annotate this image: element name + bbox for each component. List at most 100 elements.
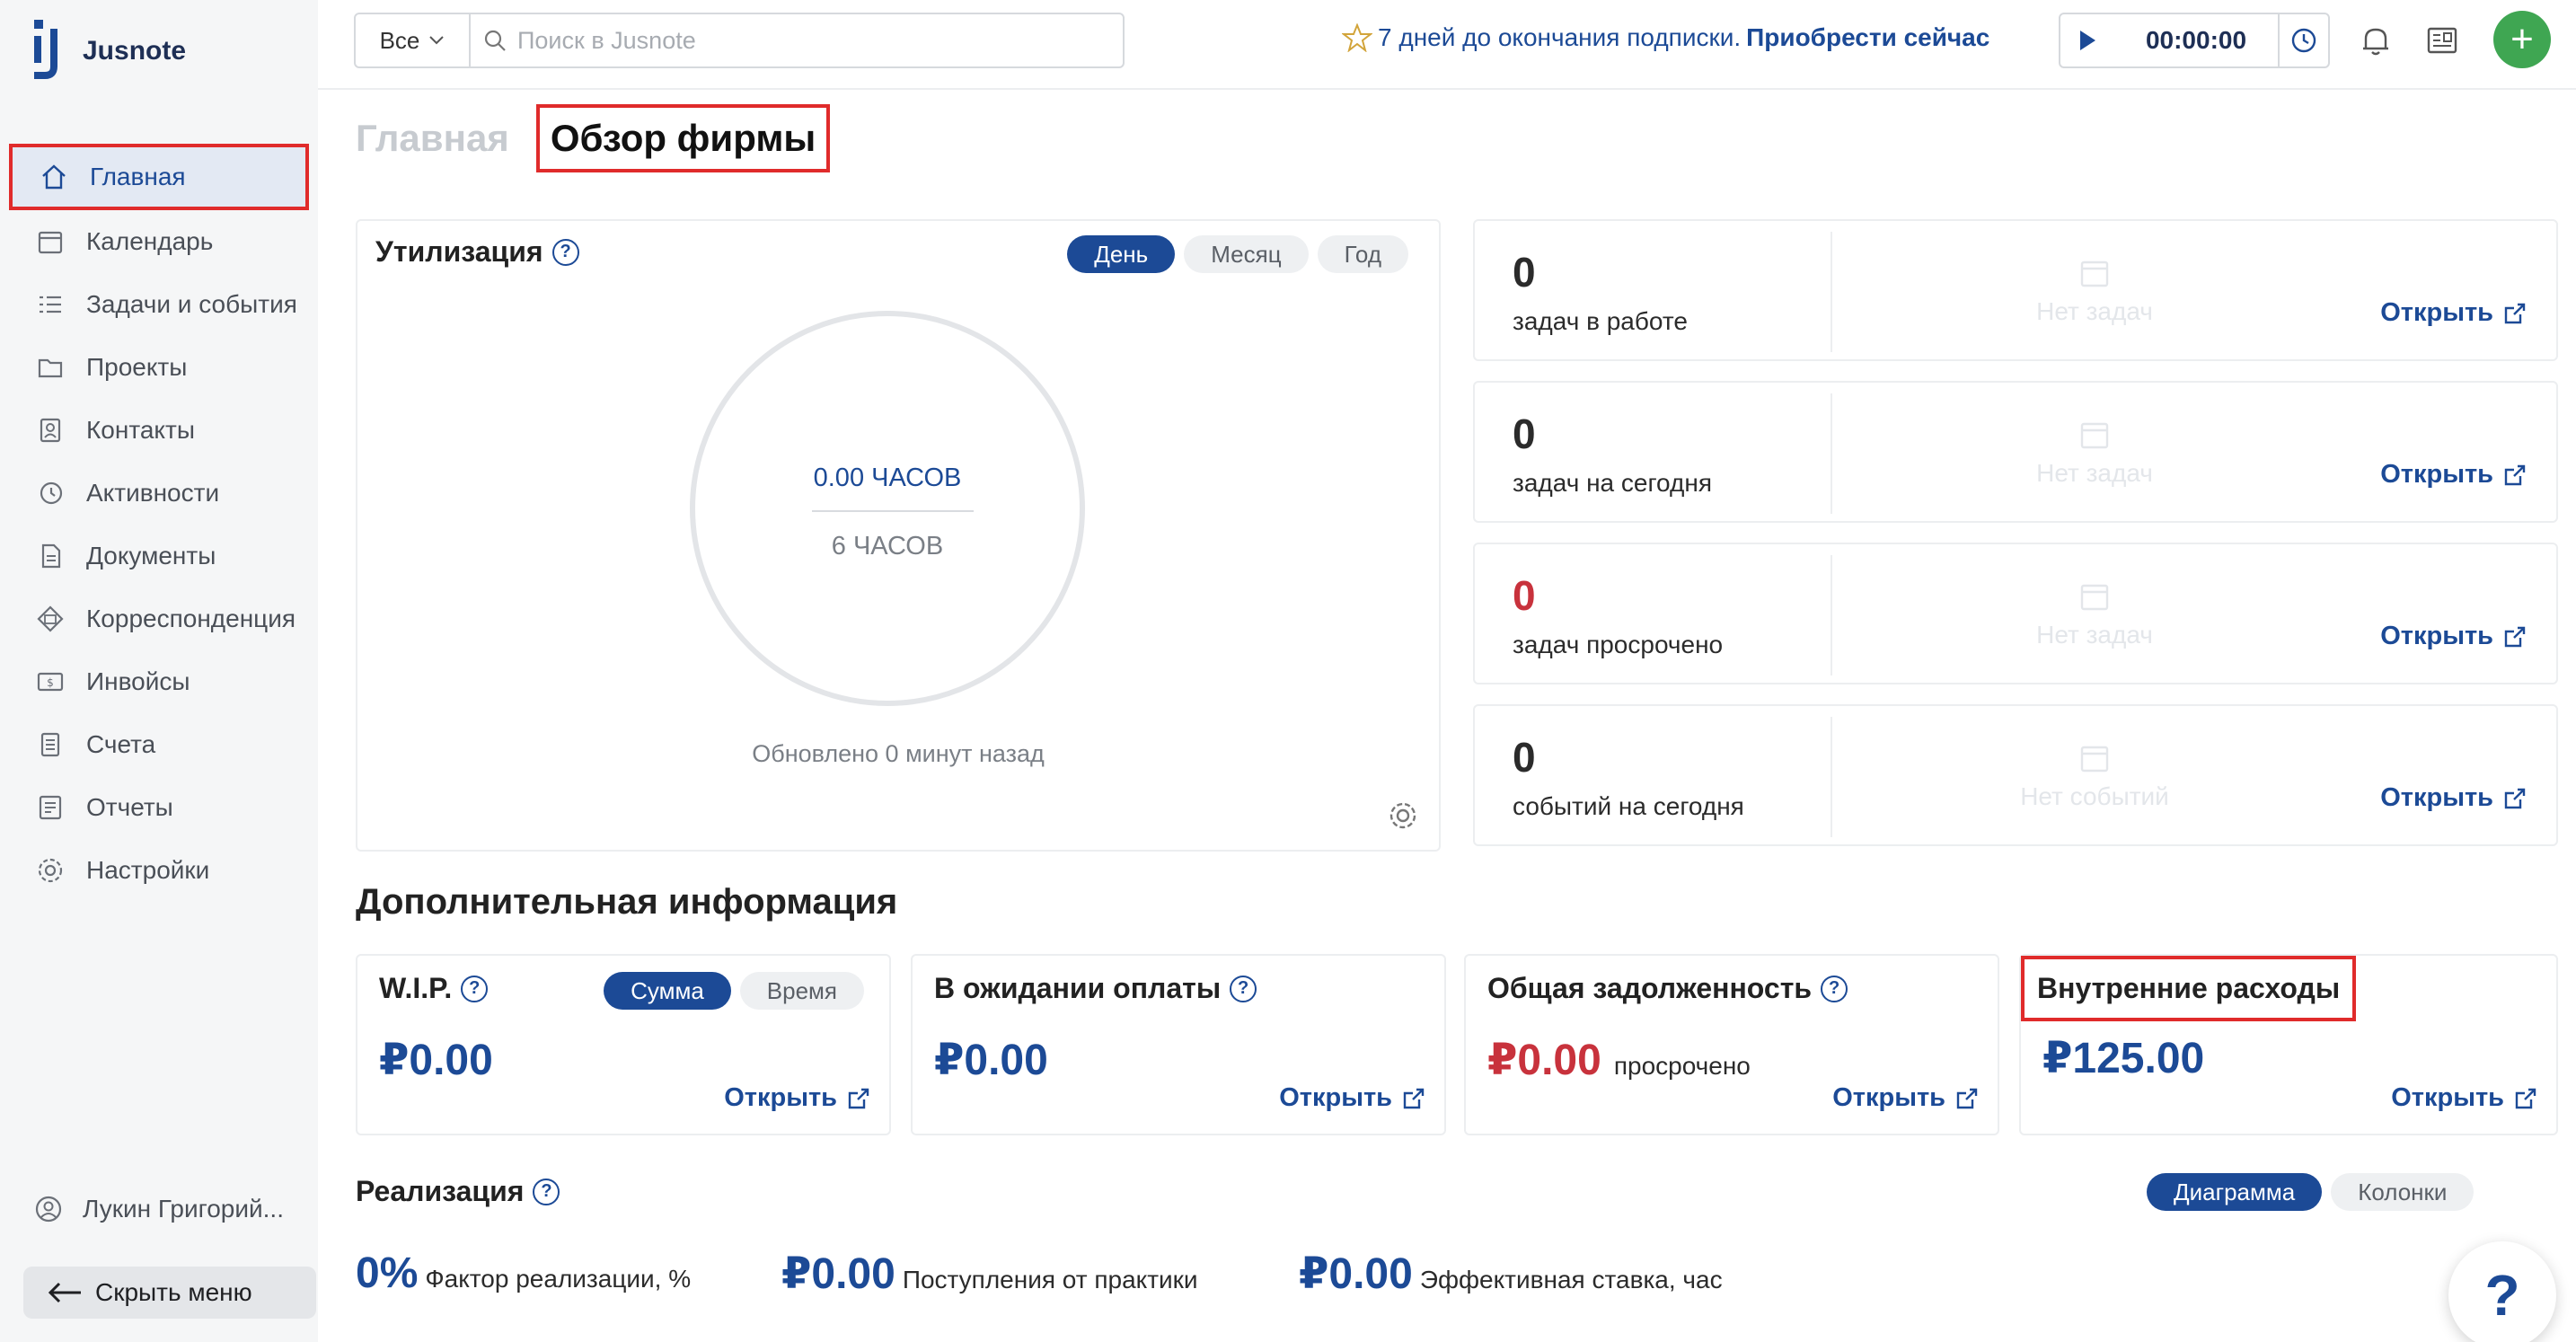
search-input[interactable]	[517, 26, 1092, 55]
realization-metric: ₽0.00 Эффективная ставка, час	[1299, 1249, 1723, 1299]
sidebar-item-settings[interactable]: Настройки	[0, 839, 318, 902]
history-icon	[34, 477, 66, 509]
star-icon	[1342, 23, 1372, 52]
empty-state: Нет задач	[2014, 417, 2175, 488]
sidebar-item-activities[interactable]: Активности	[0, 462, 318, 525]
metric-label: Эффективная ставка, час	[1419, 1266, 1723, 1293]
empty-text: Нет задач	[2036, 459, 2153, 487]
internal-expenses-title: Внутренние расходы	[2021, 956, 2357, 1021]
sidebar-item-label: Активности	[86, 479, 220, 507]
open-link[interactable]: Открыть	[2380, 783, 2527, 813]
help-icon[interactable]: ?	[1821, 975, 1848, 1002]
external-link-icon	[1956, 1088, 1978, 1108]
help-button[interactable]: ?	[2448, 1241, 2556, 1342]
debt-title: Общая задолженность	[1487, 972, 1813, 1004]
help-icon[interactable]: ?	[461, 975, 489, 1002]
realization-title-row: Реализация ?	[356, 1175, 560, 1208]
help-icon[interactable]: ?	[1230, 975, 1257, 1002]
stat-number: 0	[1513, 572, 1536, 619]
sidebar-item-reports[interactable]: Отчеты	[0, 776, 318, 839]
empty-calendar-icon	[2080, 260, 2109, 287]
wip-toggle-time[interactable]: Время	[739, 972, 864, 1010]
arrow-left-icon	[48, 1282, 81, 1303]
card-divider	[1831, 555, 1832, 675]
empty-text: Нет задач	[2036, 297, 2153, 325]
tab-home[interactable]: Главная	[356, 117, 509, 160]
sidebar-item-invoices[interactable]: $ Инвойсы	[0, 650, 318, 713]
sidebar-item-tasks[interactable]: Задачи и события	[0, 273, 318, 336]
period-month[interactable]: Месяц	[1184, 235, 1309, 273]
sidebar-item-label: Календарь	[86, 227, 214, 255]
open-link[interactable]: Открыть	[2380, 622, 2527, 651]
empty-text: Нет событий	[2020, 782, 2169, 810]
internal-expenses-card: Внутренние расходы ₽125.00 Открыть	[2019, 954, 2558, 1135]
utilization-target: 6 ЧАСОВ	[831, 532, 944, 561]
gear-icon[interactable]	[1387, 799, 1419, 832]
pending-title-row: В ожидании оплаты ?	[934, 972, 1257, 1005]
open-link-label: Открыть	[2380, 460, 2493, 489]
subscription-buy-link[interactable]: Приобрести сейчас	[1746, 23, 1989, 52]
subscription-text: 7 дней до окончания подписки.	[1378, 23, 1742, 51]
additional-info-title: Дополнительная информация	[356, 882, 898, 922]
tab-firm-overview[interactable]: Обзор фирмы	[535, 104, 831, 172]
empty-text: Нет задач	[2036, 621, 2153, 649]
bell-icon[interactable]	[2357, 22, 2395, 59]
open-link[interactable]: Открыть	[2391, 1083, 2538, 1113]
sidebar-item-label: Проекты	[86, 353, 188, 381]
total-debt-card: Общая задолженность ? ₽0.00 просрочено О…	[1464, 954, 1999, 1135]
pending-payment-card: В ожидании оплаты ? ₽0.00 Открыть	[911, 954, 1446, 1135]
open-link[interactable]: Открыть	[1832, 1083, 1980, 1113]
empty-calendar-icon	[2080, 584, 2109, 611]
reports-icon	[34, 791, 66, 824]
app-logo[interactable]: Jusnote	[31, 20, 186, 83]
open-link-label: Открыть	[2380, 298, 2493, 327]
sidebar-item-home[interactable]: Главная	[9, 144, 309, 210]
stat-card-events-today: 0 событий на сегодня Нет событий Открыть	[1473, 704, 2558, 846]
add-button[interactable]: +	[2493, 11, 2551, 68]
open-link-label: Открыть	[2380, 622, 2493, 650]
stat-label: задач в работе	[1513, 307, 1688, 335]
help-icon[interactable]: ?	[533, 1178, 560, 1205]
search-scope-select[interactable]: Все	[356, 14, 471, 66]
jusnote-logo-icon	[34, 20, 57, 79]
stat-card-today: 0 задач на сегодня Нет задач Открыть	[1473, 381, 2558, 523]
subscription-notice: 7 дней до окончания подписки. Приобрести…	[1342, 23, 1989, 52]
news-icon[interactable]	[2423, 22, 2461, 59]
wip-toggle: Сумма Время	[604, 972, 864, 1010]
card-divider	[1831, 393, 1832, 514]
open-link[interactable]: Открыть	[2380, 460, 2527, 490]
open-link-label: Открыть	[1279, 1083, 1392, 1112]
sidebar-item-accounts[interactable]: Счета	[0, 713, 318, 776]
user-avatar-icon	[35, 1196, 62, 1223]
view-diagram[interactable]: Диаграмма	[2147, 1173, 2323, 1211]
question-icon: ?	[2484, 1263, 2520, 1328]
timer-value: 00:00:00	[2145, 26, 2247, 54]
sidebar-item-projects[interactable]: Проекты	[0, 336, 318, 399]
view-columns[interactable]: Колонки	[2331, 1173, 2475, 1211]
search-scope-value: Все	[379, 26, 420, 54]
calendar-icon	[34, 225, 66, 258]
metric-value: ₽0.00	[1299, 1250, 1413, 1298]
open-link[interactable]: Открыть	[2380, 298, 2527, 328]
stat-card-in-progress: 0 задач в работе Нет задач Открыть	[1473, 219, 2558, 361]
tasks-icon	[34, 288, 66, 321]
help-icon[interactable]: ?	[551, 238, 579, 266]
open-link-label: Открыть	[1832, 1083, 1945, 1112]
hide-menu-button[interactable]: Скрыть меню	[23, 1267, 316, 1319]
sidebar-item-contacts[interactable]: Контакты	[0, 399, 318, 462]
sidebar-item-calendar[interactable]: Календарь	[0, 210, 318, 273]
external-link-icon	[2504, 788, 2526, 808]
wip-title-row: W.I.P. ?	[379, 972, 489, 1005]
card-divider	[1831, 717, 1832, 837]
user-profile[interactable]: Лукин Григорий...	[34, 1195, 284, 1223]
wip-toggle-sum[interactable]: Сумма	[604, 972, 731, 1010]
timer-play-button[interactable]	[2060, 29, 2114, 52]
sidebar-item-documents[interactable]: Документы	[0, 525, 318, 587]
sidebar-item-correspondence[interactable]: Корреспонденция	[0, 587, 318, 650]
sidebar-item-label: Контакты	[86, 416, 195, 444]
open-link[interactable]: Открыть	[724, 1083, 871, 1113]
period-year[interactable]: Год	[1317, 235, 1408, 273]
period-day[interactable]: День	[1067, 235, 1176, 273]
open-link[interactable]: Открыть	[1279, 1083, 1426, 1113]
timer-history-button[interactable]	[2278, 14, 2328, 66]
